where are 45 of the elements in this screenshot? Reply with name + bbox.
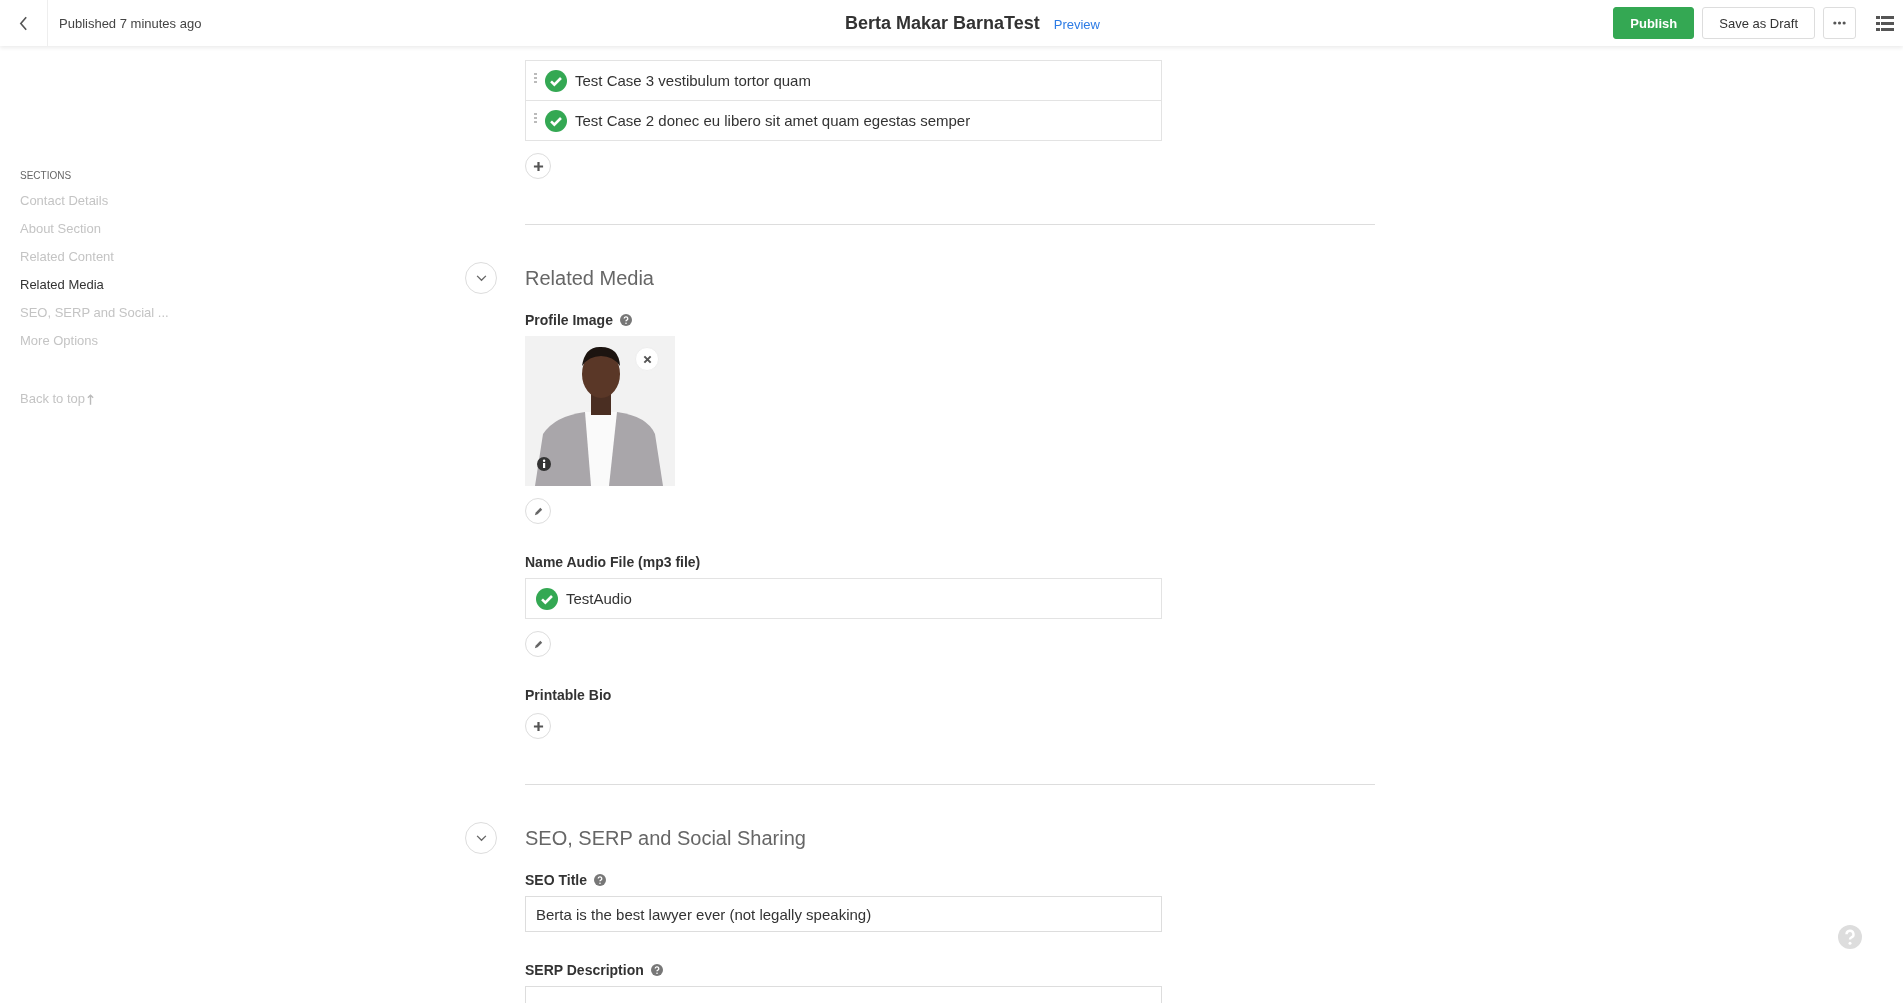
edit-button[interactable] — [525, 498, 551, 524]
case-title: Test Case 2 donec eu libero sit amet quam egestas semper — [575, 112, 971, 129]
case-title: Test Case 3 vestibulum tortor quam — [575, 72, 811, 89]
field-label: Printable Bio — [525, 687, 612, 703]
sections-heading: SECTIONS — [20, 170, 72, 181]
help-icon[interactable] — [619, 314, 632, 326]
text-field[interactable]: Berta is the best lawyer ever (not legally speaking) — [525, 896, 1162, 932]
check-icon — [545, 109, 567, 132]
up-arrow-icon — [87, 393, 95, 405]
help-icon[interactable] — [594, 874, 606, 886]
more-icon — [1833, 21, 1846, 25]
related-case-item[interactable]: Test Case 3 vestibulum tortor quam — [526, 61, 1161, 101]
page-title: Berta Makar BarnaTest — [845, 12, 1040, 34]
back-icon — [19, 15, 28, 31]
close-icon — [642, 354, 652, 364]
file-name: TestAudio — [566, 590, 632, 607]
plus-icon — [532, 720, 544, 732]
section-link[interactable]: Related Media — [20, 277, 104, 293]
section-title: SEO, SERP and Social Sharing — [525, 826, 806, 850]
field-label: SERP Description — [525, 962, 644, 978]
add-button[interactable] — [525, 713, 551, 739]
publish-button[interactable]: Publish — [1613, 7, 1695, 39]
info-icon[interactable] — [537, 457, 551, 471]
related-case-item[interactable]: Test Case 2 donec eu libero sit amet quam egestas semper — [526, 101, 1161, 140]
check-icon — [536, 587, 558, 610]
drag-handle-icon[interactable] — [534, 112, 537, 123]
drag-handle-icon[interactable] — [534, 72, 537, 83]
pencil-icon — [532, 638, 544, 650]
field-label: Name Audio File (mp3 file) — [525, 554, 701, 570]
field-label: SEO Title — [525, 872, 587, 888]
publish-status: Published 7 minutes ago — [59, 15, 202, 31]
chevron-icon — [475, 274, 487, 282]
edit-button[interactable] — [525, 631, 551, 657]
field-label: Profile Image — [525, 312, 613, 328]
check-icon — [545, 69, 567, 92]
preview-link[interactable]: Preview — [1053, 14, 1100, 32]
audio-file-item[interactable]: TestAudio — [526, 579, 1161, 618]
chevron-icon — [475, 834, 487, 842]
list-icon[interactable] — [1876, 15, 1894, 31]
plus-icon — [532, 160, 544, 172]
section-title: Related Media — [525, 266, 654, 290]
help-icon[interactable] — [650, 964, 663, 976]
add-button[interactable] — [525, 153, 551, 179]
pencil-icon — [532, 505, 544, 517]
save-draft-button[interactable]: Save as Draft — [1702, 7, 1815, 39]
